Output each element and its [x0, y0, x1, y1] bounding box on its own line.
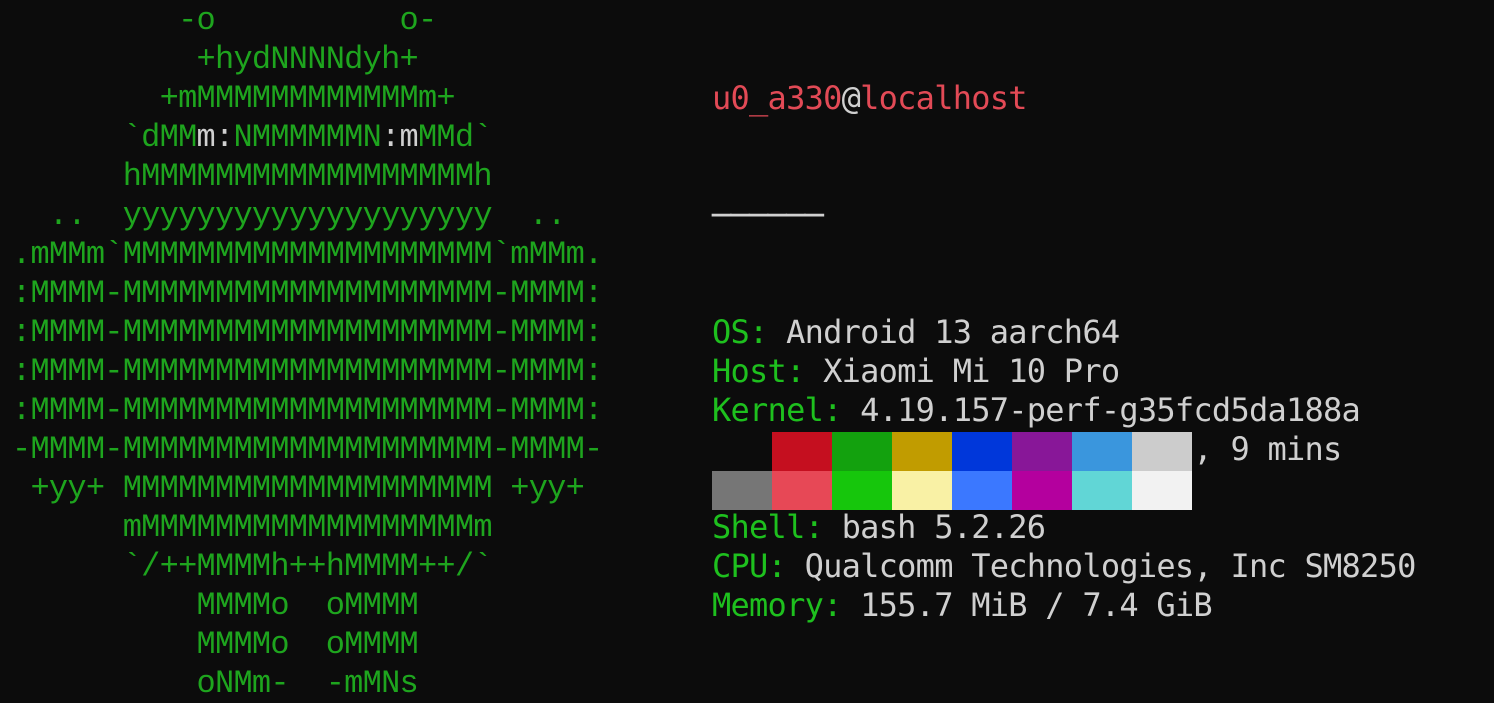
info-colon: :	[786, 352, 824, 390]
logo-segment: MMMMo oMMMM	[12, 587, 419, 624]
color-swatch-normal-4	[952, 432, 1012, 471]
logo-line: +mMMMMMMMMMMMMm+	[12, 79, 603, 118]
info-line-os: OS: Android 13 aarch64	[712, 313, 1416, 352]
info-colon: :	[804, 508, 842, 546]
logo-segment: `/++MMMMh++hMMMM++/`	[12, 548, 493, 585]
user-host-line: u0_a330@localhost	[712, 79, 1416, 118]
logo-line: :MMMM-MMMMMMMMMMMMMMMMMMMM-MMMM:	[12, 313, 603, 352]
logo-segment: :MMMM-MMMMMMMMMMMMMMMMMMMM-MMMM:	[12, 353, 603, 390]
logo-line: mMMMMMMMMMMMMMMMMMMm	[12, 508, 603, 547]
info-colon: :	[749, 313, 787, 351]
hostname: localhost	[860, 79, 1027, 117]
logo-segment: :MMMM-MMMMMMMMMMMMMMMMMMMM-MMMM:	[12, 392, 603, 429]
info-value: Android 13 aarch64	[786, 313, 1120, 351]
logo-segment: :MMMM-MMMMMMMMMMMMMMMMMMMM-MMMM:	[12, 275, 603, 312]
logo-segment: :m	[381, 119, 419, 156]
info-line-cpu: CPU: Qualcomm Technologies, Inc SM8250	[712, 547, 1416, 586]
color-swatch-normal-5	[1012, 432, 1072, 471]
logo-segment: .. yyyyyyyyyyyyyyyyyyyy ..	[12, 197, 566, 234]
logo-line: MMMMo oMMMM	[12, 625, 603, 664]
info-key: Shell	[712, 508, 805, 546]
info-colon: :	[823, 391, 861, 429]
logo-segment: m:	[196, 119, 235, 156]
logo-segment: MMMMo oMMMM	[12, 626, 419, 663]
color-swatch-bright-1	[772, 471, 832, 510]
logo-line: oNMm- -mMNs	[12, 664, 603, 703]
info-value: Qualcomm Technologies, Inc SM8250	[804, 547, 1417, 585]
logo-line: MMMMo oMMMM	[12, 586, 603, 625]
color-swatch-bright-0	[712, 471, 772, 510]
logo-line: .mMMm`MMMMMMMMMMMMMMMMMMMM`mMMm.	[12, 235, 603, 274]
logo-line: +hydNNNNdyh+	[12, 40, 603, 79]
logo-segment: +yy+ MMMMMMMMMMMMMMMMMMMM +yy+	[12, 470, 585, 507]
info-key: Host	[712, 352, 787, 390]
palette-row-normal	[712, 432, 1192, 471]
color-swatch-bright-5	[1012, 471, 1072, 510]
info-key: CPU	[712, 547, 768, 585]
color-swatch-bright-4	[952, 471, 1012, 510]
logo-segment: hMMMMMMMMMMMMMMMMMMh	[12, 158, 493, 195]
info-value: 4.19.157-perf-g35fcd5da188a	[860, 391, 1361, 429]
info-key: Memory	[712, 586, 824, 624]
logo-segment: `dMM	[12, 119, 198, 156]
info-colon: :	[823, 586, 861, 624]
at-sign: @	[841, 79, 861, 117]
logo-line: -o o-	[12, 1, 603, 40]
logo-segment: MMd`	[417, 119, 493, 156]
color-swatch-bright-2	[832, 471, 892, 510]
color-swatch-normal-0	[712, 432, 772, 471]
logo-line: :MMMM-MMMMMMMMMMMMMMMMMMMM-MMMM:	[12, 391, 603, 430]
info-value: Xiaomi Mi 10 Pro	[823, 352, 1120, 390]
logo-line: -MMMM-MMMMMMMMMMMMMMMMMMMM-MMMM-	[12, 430, 603, 469]
logo-segment: +mMMMMMMMMMMMMm+	[12, 80, 456, 117]
color-swatch-bright-3	[892, 471, 952, 510]
system-info-panel: u0_a330@localhost ────── OS: Android 13 …	[712, 1, 1416, 664]
info-value: 155.7 MiB / 7.4 GiB	[860, 586, 1213, 624]
logo-line: `/++MMMMh++hMMMM++/`	[12, 547, 603, 586]
palette-row-bright	[712, 471, 1192, 510]
separator-line: ──────	[712, 196, 824, 234]
logo-line: :MMMM-MMMMMMMMMMMMMMMMMMMM-MMMM:	[12, 352, 603, 391]
ascii-logo: -o o- +hydNNNNdyh+ +mMMMMMMMMMMMMm+ `dMM…	[12, 1, 603, 703]
logo-segment: -MMMM-MMMMMMMMMMMMMMMMMMMM-MMMM-	[12, 431, 603, 468]
color-swatch-normal-2	[832, 432, 892, 471]
color-swatch-normal-6	[1072, 432, 1132, 471]
color-palette	[712, 432, 1192, 510]
color-swatch-bright-6	[1072, 471, 1132, 510]
logo-segment: mMMMMMMMMMMMMMMMMMMm	[12, 509, 493, 546]
logo-segment: .mMMm`MMMMMMMMMMMMMMMMMMMM`mMMm.	[12, 236, 603, 273]
logo-line: +yy+ MMMMMMMMMMMMMMMMMMMM +yy+	[12, 469, 603, 508]
logo-segment: NMMMMMMN	[233, 119, 382, 156]
info-line-shell: Shell: bash 5.2.26	[712, 508, 1416, 547]
logo-line: .. yyyyyyyyyyyyyyyyyyyy ..	[12, 196, 603, 235]
logo-line: hMMMMMMMMMMMMMMMMMMh	[12, 157, 603, 196]
logo-segment: :MMMM-MMMMMMMMMMMMMMMMMMMM-MMMM:	[12, 314, 603, 351]
username: u0_a330	[712, 79, 842, 117]
logo-segment: +hydNNNNdyh+	[12, 41, 419, 78]
logo-line: :MMMM-MMMMMMMMMMMMMMMMMMMM-MMMM:	[12, 274, 603, 313]
color-swatch-normal-1	[772, 432, 832, 471]
info-key: OS	[712, 313, 750, 351]
info-value: bash 5.2.26	[841, 508, 1046, 546]
info-line-memory: Memory: 155.7 MiB / 7.4 GiB	[712, 586, 1416, 625]
info-colon: :	[767, 547, 805, 585]
info-key: Kernel	[712, 391, 824, 429]
color-swatch-normal-3	[892, 432, 952, 471]
color-swatch-normal-7	[1132, 432, 1192, 471]
info-line-host: Host: Xiaomi Mi 10 Pro	[712, 352, 1416, 391]
logo-segment: -o o-	[12, 2, 437, 39]
logo-line: `dMMm:NMMMMMMN:mMMd`	[12, 118, 603, 157]
info-line-kernel: Kernel: 4.19.157-perf-g35fcd5da188a	[712, 391, 1416, 430]
color-swatch-bright-7	[1132, 471, 1192, 510]
logo-segment: oNMm- -mMNs	[12, 665, 419, 702]
